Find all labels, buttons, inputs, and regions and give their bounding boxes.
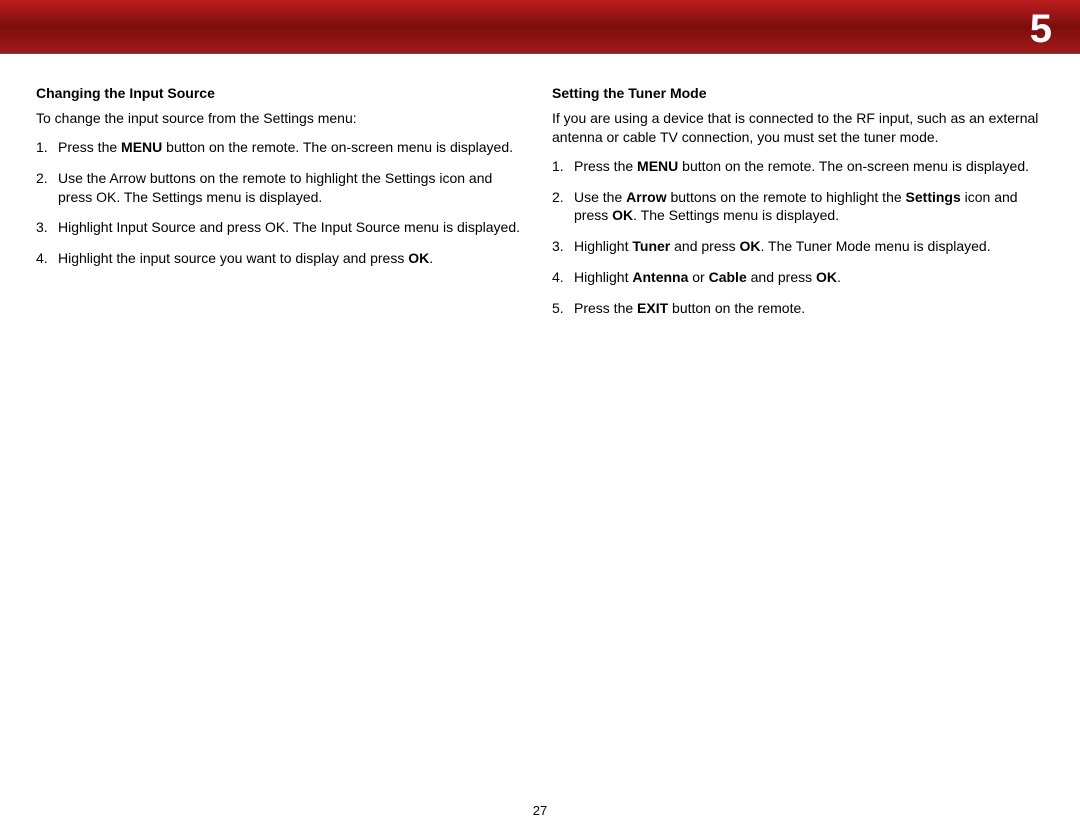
left-heading: Changing the Input Source: [36, 84, 528, 103]
left-steps: Press the MENU button on the remote. The…: [36, 138, 528, 268]
left-intro: To change the input source from the Sett…: [36, 109, 528, 128]
list-item: Press the MENU button on the remote. The…: [552, 157, 1044, 176]
list-item: Press the MENU button on the remote. The…: [36, 138, 528, 157]
list-item: Highlight the input source you want to d…: [36, 249, 528, 268]
list-item: Press the EXIT button on the remote.: [552, 299, 1044, 318]
right-steps: Press the MENU button on the remote. The…: [552, 157, 1044, 318]
list-item: Use the Arrow buttons on the remote to h…: [552, 188, 1044, 226]
list-item: Use the Arrow buttons on the remote to h…: [36, 169, 528, 207]
list-item: Highlight Antenna or Cable and press OK.: [552, 268, 1044, 287]
left-column: Changing the Input Source To change the …: [36, 84, 528, 330]
chapter-number: 5: [1030, 2, 1052, 56]
list-item: Highlight Input Source and press OK. The…: [36, 218, 528, 237]
page-number: 27: [0, 802, 1080, 820]
right-column: Setting the Tuner Mode If you are using …: [552, 84, 1044, 330]
content-area: Changing the Input Source To change the …: [0, 54, 1080, 330]
right-heading: Setting the Tuner Mode: [552, 84, 1044, 103]
right-intro: If you are using a device that is connec…: [552, 109, 1044, 147]
list-item: Highlight Tuner and press OK. The Tuner …: [552, 237, 1044, 256]
header-band: 5: [0, 0, 1080, 54]
